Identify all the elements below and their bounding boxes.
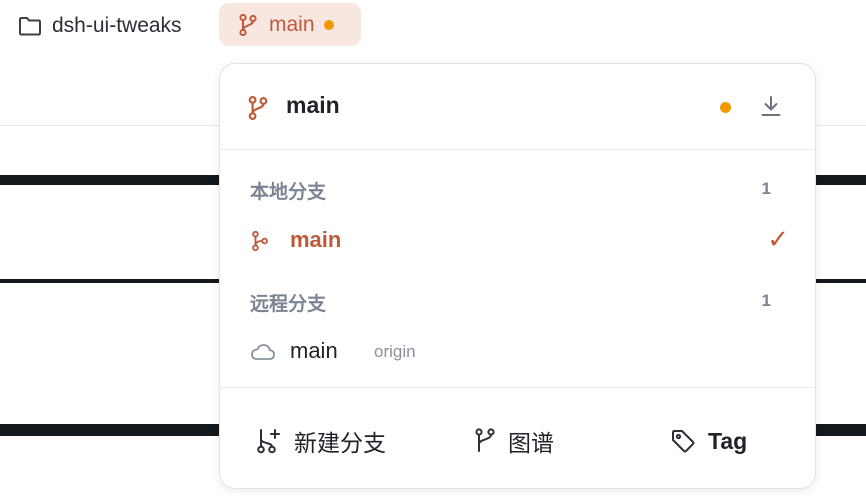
tag-label: Tag [708, 427, 748, 454]
git-branch-icon [250, 229, 270, 253]
header-divider [220, 149, 815, 150]
remote-branch-name: main [290, 338, 338, 363]
local-branch-item[interactable]: main ✓ [220, 221, 815, 261]
dropdown-branch-title: main [286, 92, 340, 118]
current-branch-name: main [269, 12, 315, 36]
tag-icon [670, 428, 696, 454]
cloud-icon [250, 343, 276, 361]
remote-branches-count: 1 [761, 291, 771, 310]
git-branch-icon [246, 95, 270, 121]
dropdown-footer: 新建分支 图谱 Tag [220, 388, 815, 488]
local-branch-name: main [290, 227, 342, 252]
remote-branches-heading: 远程分支 [250, 294, 327, 315]
graph-button[interactable]: 图谱 [474, 424, 554, 458]
git-graph-icon [474, 428, 496, 454]
branch-dropdown: main 本地分支 1 main ✓ 远程分支 1 main origin 新建… [219, 63, 816, 489]
project-folder-name: dsh-ui-tweaks [52, 14, 182, 37]
git-branch-icon [237, 13, 259, 37]
remote-name: origin [374, 342, 416, 361]
selected-check-icon: ✓ [767, 224, 789, 254]
tag-button[interactable]: Tag [670, 424, 747, 458]
new-branch-label: 新建分支 [294, 430, 386, 456]
uncommitted-changes-dot [720, 102, 731, 113]
project-folder-button[interactable]: dsh-ui-tweaks [18, 10, 182, 42]
new-branch-button[interactable]: 新建分支 [256, 424, 386, 458]
uncommitted-changes-dot [323, 19, 334, 30]
top-bar: dsh-ui-tweaks main [0, 0, 866, 52]
folder-icon [18, 15, 42, 37]
remote-branch-item[interactable]: main origin [220, 332, 815, 372]
graph-label: 图谱 [508, 430, 554, 456]
local-branches-count: 1 [761, 179, 771, 198]
dropdown-header: main [220, 64, 815, 150]
branch-switcher-button[interactable]: main [219, 3, 361, 46]
branch-add-icon [256, 427, 282, 455]
download-icon[interactable] [760, 94, 782, 118]
app-root: dsh-ui-tweaks main main 本地分支 1 main ✓ 远程… [0, 0, 866, 500]
local-branches-heading: 本地分支 [250, 182, 327, 203]
